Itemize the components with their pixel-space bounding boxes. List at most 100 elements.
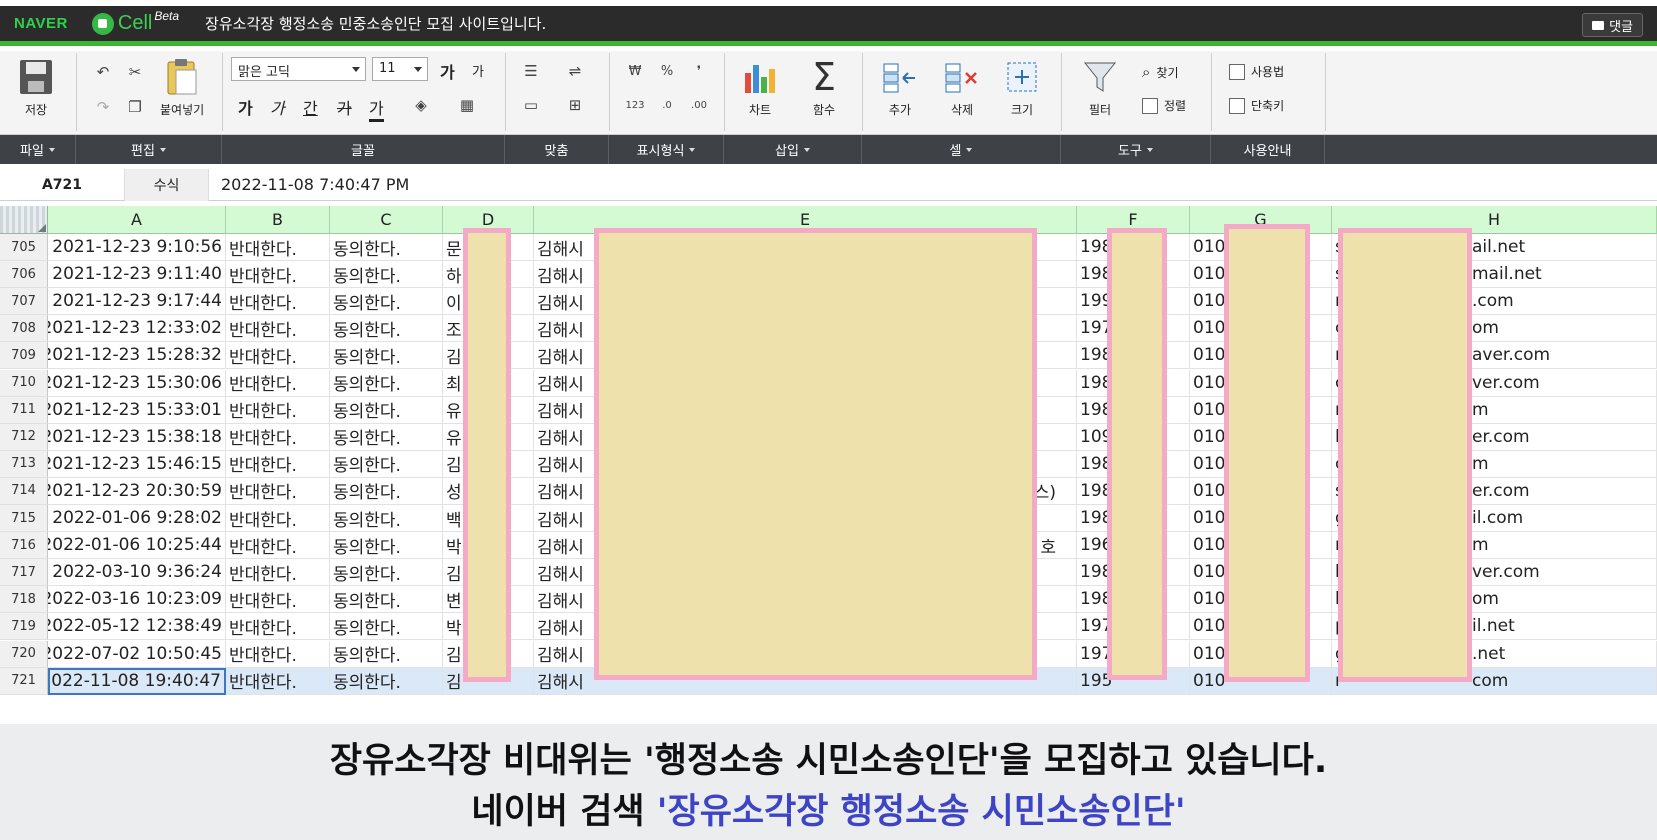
- font-name-select[interactable]: 맑은 고딕: [231, 57, 366, 81]
- filter-button[interactable]: 필터: [1082, 57, 1118, 118]
- decrease-decimal-icon[interactable]: .00: [688, 95, 710, 115]
- cell-b[interactable]: 반대한다.: [226, 586, 330, 614]
- row-number[interactable]: 706: [0, 261, 48, 289]
- cell-a[interactable]: 2021-12-23 12:33:02: [48, 315, 226, 343]
- cell-a[interactable]: 2021-12-23 15:46:15: [48, 450, 226, 478]
- strikethrough-button[interactable]: 가: [337, 95, 352, 119]
- border-icon[interactable]: ▦: [456, 95, 478, 115]
- italic-button[interactable]: 가: [270, 95, 285, 119]
- cell-logo[interactable]: Cell Beta: [91, 9, 179, 35]
- cell-a[interactable]: 2021-12-23 15:30:06: [48, 369, 226, 397]
- cell-a[interactable]: 2021-12-23 15:28:32: [48, 342, 226, 370]
- row-number[interactable]: 708: [0, 315, 48, 343]
- cell-b[interactable]: 반대한다.: [226, 477, 330, 505]
- cell-a[interactable]: 2022-01-06 9:28:02: [48, 505, 226, 533]
- font-grow-button[interactable]: 가: [440, 59, 455, 83]
- group-cell[interactable]: 셀: [862, 135, 1061, 164]
- font-size-select[interactable]: 11: [372, 57, 428, 81]
- row-number[interactable]: 711: [0, 396, 48, 424]
- cell-c[interactable]: 동의한다.: [330, 667, 443, 695]
- redo-icon[interactable]: ↷: [92, 96, 114, 118]
- shortcut-button[interactable]: 단축키: [1229, 97, 1284, 114]
- cell-c[interactable]: 동의한다.: [330, 586, 443, 614]
- cell-c[interactable]: 동의한다.: [330, 559, 443, 587]
- cell-c[interactable]: 동의한다.: [330, 315, 443, 343]
- font-shrink-button[interactable]: 가: [472, 61, 484, 80]
- add-cell-button[interactable]: 추가: [882, 57, 918, 118]
- vertical-align-icon[interactable]: ▭: [520, 95, 542, 115]
- delete-cell-button[interactable]: 삭제: [944, 57, 980, 118]
- cell-reference-box[interactable]: A721: [0, 168, 125, 201]
- cell-b[interactable]: 반대한다.: [226, 640, 330, 668]
- chart-button[interactable]: 차트: [742, 57, 778, 118]
- row-number[interactable]: 715: [0, 505, 48, 533]
- find-button[interactable]: ⌕ 찾기: [1142, 63, 1179, 81]
- font-color-button[interactable]: 가: [369, 95, 384, 122]
- align-left-icon[interactable]: ☰: [520, 61, 542, 81]
- cell-a[interactable]: 2021-12-23 20:30:59: [48, 477, 226, 505]
- cell-a[interactable]: 2021-12-23 15:38:18: [48, 423, 226, 451]
- undo-icon[interactable]: ↶: [92, 61, 114, 83]
- underline-button[interactable]: 간: [303, 95, 318, 119]
- row-number[interactable]: 705: [0, 234, 48, 262]
- increase-decimal-icon[interactable]: .0: [656, 95, 678, 115]
- formula-input[interactable]: 2022-11-08 7:40:47 PM: [209, 175, 409, 194]
- save-button[interactable]: 저장: [18, 57, 54, 118]
- cell-a[interactable]: 2022-03-10 9:36:24: [48, 559, 226, 587]
- group-file[interactable]: 파일: [0, 135, 76, 164]
- row-number[interactable]: 718: [0, 586, 48, 614]
- cell-c[interactable]: 동의한다.: [330, 342, 443, 370]
- group-edit[interactable]: 편집: [76, 135, 222, 164]
- cell-b[interactable]: 반대한다.: [226, 667, 330, 695]
- cell-c[interactable]: 동의한다.: [330, 288, 443, 316]
- cell-b[interactable]: 반대한다.: [226, 613, 330, 641]
- cell-c[interactable]: 동의한다.: [330, 450, 443, 478]
- cell-c[interactable]: 동의한다.: [330, 261, 443, 289]
- cell-b[interactable]: 반대한다.: [226, 315, 330, 343]
- column-header-a[interactable]: A: [48, 206, 226, 234]
- cell-b[interactable]: 반대한다.: [226, 369, 330, 397]
- row-number[interactable]: 713: [0, 450, 48, 478]
- cell-a[interactable]: 2021-12-23 15:33:01: [48, 396, 226, 424]
- cell-c[interactable]: 동의한다.: [330, 505, 443, 533]
- cell-b[interactable]: 반대한다.: [226, 342, 330, 370]
- cell-b[interactable]: 반대한다.: [226, 532, 330, 560]
- comma-button[interactable]: ❜: [688, 61, 710, 81]
- cell-c[interactable]: 동의한다.: [330, 396, 443, 424]
- cell-a[interactable]: 2022-07-02 10:50:45: [48, 640, 226, 668]
- select-all-corner[interactable]: [0, 206, 48, 234]
- size-button[interactable]: 크기: [1004, 57, 1040, 118]
- cell-c[interactable]: 동의한다.: [330, 640, 443, 668]
- cell-b[interactable]: 반대한다.: [226, 261, 330, 289]
- cell-a[interactable]: 2022-05-12 12:38:49: [48, 613, 226, 641]
- group-tools[interactable]: 도구: [1061, 135, 1211, 164]
- row-number[interactable]: 720: [0, 640, 48, 668]
- group-insert[interactable]: 삽입: [724, 135, 862, 164]
- sort-button[interactable]: 정렬: [1142, 97, 1186, 114]
- cut-icon[interactable]: ✂: [124, 61, 146, 83]
- cell-a[interactable]: 2021-12-23 9:17:44: [48, 288, 226, 316]
- naver-logo[interactable]: NAVER: [14, 15, 68, 32]
- row-number[interactable]: 716: [0, 532, 48, 560]
- currency-button[interactable]: ₩: [624, 61, 646, 81]
- row-number[interactable]: 721: [0, 667, 48, 695]
- cell-b[interactable]: 반대한다.: [226, 559, 330, 587]
- function-button[interactable]: Σ 함수: [806, 55, 842, 118]
- comment-button[interactable]: 댓글: [1582, 13, 1643, 37]
- row-number[interactable]: 717: [0, 559, 48, 587]
- cell-b[interactable]: 반대한다.: [226, 450, 330, 478]
- row-number[interactable]: 719: [0, 613, 48, 641]
- copy-icon[interactable]: ❐: [124, 96, 146, 118]
- row-number[interactable]: 712: [0, 423, 48, 451]
- number-format-icon[interactable]: 123: [624, 95, 646, 115]
- bold-button[interactable]: 가: [238, 95, 253, 119]
- howto-button[interactable]: 사용법: [1229, 63, 1284, 80]
- row-number[interactable]: 707: [0, 288, 48, 316]
- cell-a[interactable]: 2022-11-08 19:40:47: [48, 667, 226, 695]
- group-number-format[interactable]: 표시형식: [609, 135, 724, 164]
- cell-a[interactable]: 2022-03-16 10:23:09: [48, 586, 226, 614]
- cell-b[interactable]: 반대한다.: [226, 234, 330, 262]
- cell-c[interactable]: 동의한다.: [330, 423, 443, 451]
- cell-c[interactable]: 동의한다.: [330, 532, 443, 560]
- cell-c[interactable]: 동의한다.: [330, 234, 443, 262]
